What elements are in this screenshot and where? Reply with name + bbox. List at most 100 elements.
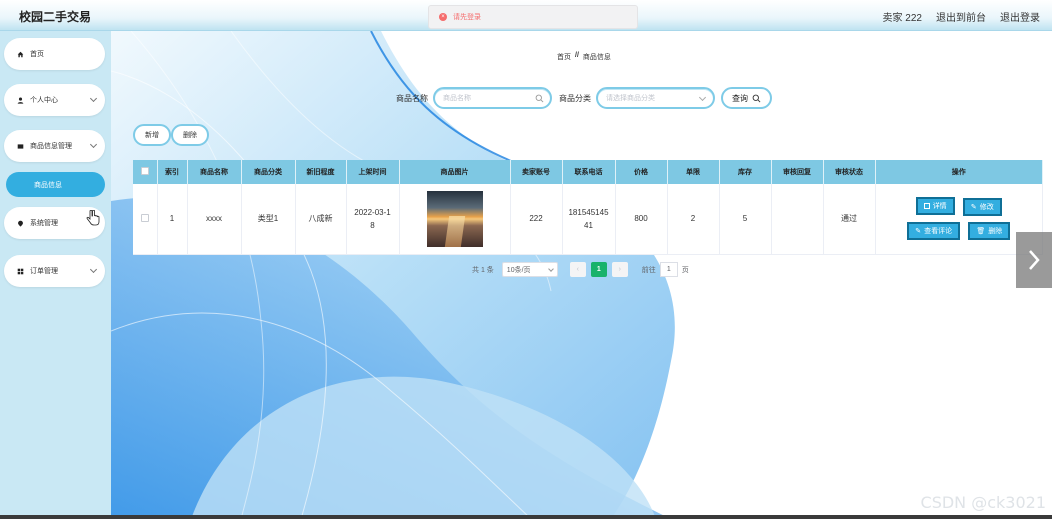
cell-image <box>399 184 511 255</box>
search-bar: 商品名称 商品名称 商品分类 请选择商品分类 查询 <box>396 87 772 109</box>
column-header: 审核回复 <box>771 160 824 184</box>
column-header: 上架时间 <box>346 160 400 184</box>
cell-name: xxxx <box>187 184 242 255</box>
product-category-label: 商品分类 <box>559 93 591 103</box>
column-header: 价格 <box>615 160 668 184</box>
sidebar-item-personal-center[interactable]: 个人中心 <box>4 84 105 116</box>
bottom-edge <box>0 515 1052 519</box>
sidebar-item-label: 首页 <box>30 51 44 58</box>
sidebar-subitem-product-info[interactable]: 商品信息 <box>6 172 105 197</box>
product-table: 索引 商品名称 商品分类 新旧程度 上架时间 商品图片 卖家账号 联系电话 价格… <box>133 160 1043 255</box>
sidebar-item-order-management[interactable]: 订单管理 <box>4 255 105 287</box>
row-checkbox-cell[interactable] <box>133 184 158 255</box>
page-number-current[interactable]: 1 <box>590 262 607 277</box>
cell-index: 1 <box>157 184 188 255</box>
goto-page: 前往 1 页 <box>642 262 689 277</box>
sidebar-item-label: 订单管理 <box>30 268 58 275</box>
column-header: 库存 <box>719 160 772 184</box>
hand-cursor-icon <box>86 210 100 226</box>
column-header: 联系电话 <box>562 160 616 184</box>
breadcrumb: 首页 // 商品信息 <box>557 52 611 62</box>
chevron-down-icon <box>89 265 98 274</box>
sidebar-item-product-management[interactable]: 商品信息管理 <box>4 130 105 162</box>
goto-page-input[interactable]: 1 <box>659 262 678 277</box>
column-header: 商品分类 <box>241 160 296 184</box>
chevron-down-icon <box>698 93 707 102</box>
column-header: 商品名称 <box>187 160 242 184</box>
home-icon <box>17 51 24 57</box>
detail-icon <box>923 203 930 210</box>
select-all-checkbox[interactable] <box>140 167 149 175</box>
column-header: 审核状态 <box>823 160 876 184</box>
next-slide-button[interactable] <box>1016 232 1052 288</box>
cell-seller: 222 <box>510 184 563 255</box>
product-name-label: 商品名称 <box>396 93 428 103</box>
next-page-button[interactable]: › <box>611 262 628 277</box>
chevron-right-icon <box>1029 250 1040 270</box>
column-header: 单限 <box>667 160 720 184</box>
sidebar-item-label: 个人中心 <box>30 97 58 104</box>
cell-limit: 2 <box>667 184 720 255</box>
edit-icon: ✎ <box>915 228 922 236</box>
add-button[interactable]: 新增 <box>133 124 171 146</box>
row-checkbox[interactable] <box>140 213 149 222</box>
product-icon <box>17 143 24 149</box>
cell-time: 2022-03-18 <box>346 184 400 255</box>
app-title: 校园二手交易 <box>19 10 92 24</box>
logout-link[interactable]: 退出登录 <box>1000 9 1040 24</box>
cell-phone: 18154514541 <box>562 184 616 255</box>
edit-button[interactable]: ✎ 修改 <box>962 198 1002 217</box>
page-suffix: 页 <box>681 266 689 274</box>
breadcrumb-home[interactable]: 首页 <box>557 52 571 62</box>
cell-category: 类型1 <box>241 184 296 255</box>
column-header: 操作 <box>875 160 1043 184</box>
product-name-input[interactable]: 商品名称 <box>433 87 552 109</box>
sidebar-item-label: 商品信息管理 <box>30 143 72 150</box>
chevron-down-icon <box>89 94 98 103</box>
delete-button[interactable]: 删除 <box>171 124 209 146</box>
top-right-nav: 卖家 222 退出到前台 退出登录 <box>883 9 1040 24</box>
sidebar-item-label: 系统管理 <box>30 220 58 227</box>
product-category-select[interactable]: 请选择商品分类 <box>596 87 715 109</box>
edit-icon: ✎ <box>970 204 977 212</box>
pagination: 共 1 条 10条/页 ‹ 1 › 前往 1 页 <box>472 262 689 277</box>
prev-page-button[interactable]: ‹ <box>569 262 586 277</box>
row-delete-button[interactable]: 🗑 删除 <box>968 222 1011 241</box>
detail-button[interactable]: 详情 <box>915 197 955 216</box>
breadcrumb-separator: // <box>575 52 579 59</box>
user-icon <box>17 97 24 104</box>
column-header: 卖家账号 <box>510 160 563 184</box>
table-row: 1 xxxx 类型1 八成新 2022-03-18 222 1815451454… <box>133 184 1043 255</box>
cell-stock: 5 <box>719 184 772 255</box>
column-header: 新旧程度 <box>295 160 347 184</box>
location-pin-icon <box>18 220 23 227</box>
total-count: 共 1 条 <box>472 266 494 274</box>
search-icon <box>535 94 544 103</box>
page-size-select[interactable]: 10条/页 <box>501 262 558 277</box>
current-user-label: 卖家 222 <box>882 13 922 24</box>
search-button[interactable]: 查询 <box>721 87 772 109</box>
watermark: CSDN @ck3021 <box>920 493 1046 512</box>
sidebar-item-home[interactable]: 首页 <box>4 38 105 70</box>
trash-icon: 🗑 <box>976 228 986 236</box>
column-header: 商品图片 <box>399 160 511 184</box>
login-required-toast: × 请先登录 <box>428 5 638 29</box>
view-comments-button[interactable]: ✎ 查看评论 <box>907 222 961 241</box>
chevron-down-icon <box>547 265 554 272</box>
main-content: 首页 // 商品信息 商品名称 商品名称 商品分类 请选择商品分类 查询 新增 … <box>111 31 1052 519</box>
chevron-down-icon <box>89 140 98 149</box>
cell-condition: 八成新 <box>295 184 347 255</box>
goto-label: 前往 <box>641 266 656 274</box>
toast-message: 请先登录 <box>453 14 481 21</box>
sidebar: 首页 个人中心 商品信息管理 商品信息 系统管理 订单管理 <box>0 31 111 519</box>
table-header-row: 索引 商品名称 商品分类 新旧程度 上架时间 商品图片 卖家账号 联系电话 价格… <box>133 160 1043 184</box>
product-image[interactable] <box>426 190 483 247</box>
cell-price: 800 <box>615 184 668 255</box>
column-header: 索引 <box>157 160 188 184</box>
search-icon <box>752 94 761 102</box>
breadcrumb-current: 商品信息 <box>582 54 611 61</box>
select-all-checkbox-cell[interactable] <box>133 160 158 184</box>
error-icon: × <box>439 13 447 21</box>
cell-reply <box>771 184 824 255</box>
exit-to-frontend-link[interactable]: 退出到前台 <box>936 9 986 24</box>
